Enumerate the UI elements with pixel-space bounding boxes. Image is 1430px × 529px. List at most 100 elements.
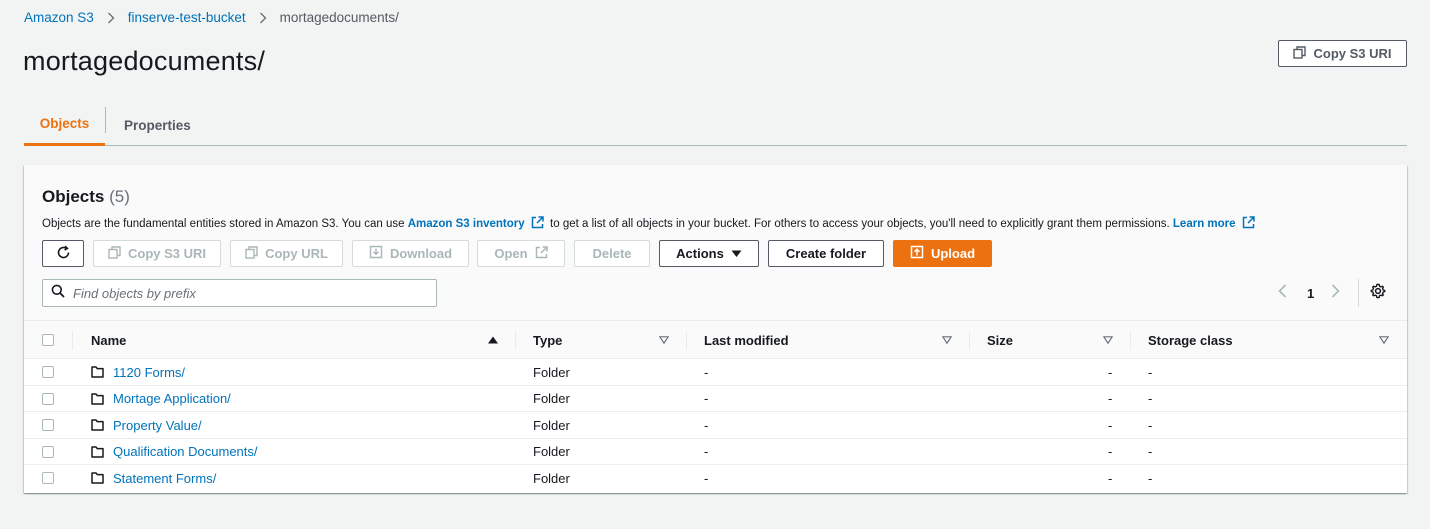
column-header-storage-class[interactable]: Storage class: [1148, 321, 1233, 359]
previous-page-button[interactable]: [1278, 279, 1287, 307]
sort-ascending-icon[interactable]: [488, 321, 498, 359]
external-link-icon: [1242, 216, 1255, 232]
tab-properties[interactable]: Properties: [124, 104, 191, 146]
object-last-modified: -: [704, 444, 709, 459]
copy-icon: [1293, 45, 1307, 62]
tab-divider: [105, 107, 106, 133]
select-all-checkbox[interactable]: [42, 334, 54, 346]
table-row: Mortage Application/ Folder - - -: [24, 385, 1407, 412]
object-type: Folder: [533, 391, 570, 406]
chevron-right-icon: [259, 12, 267, 24]
column-header-last-modified[interactable]: Last modified: [704, 321, 789, 359]
sort-caret-icon[interactable]: [1379, 321, 1389, 359]
sort-caret-icon[interactable]: [659, 321, 669, 359]
download-icon: [369, 245, 383, 262]
object-type: Folder: [533, 444, 570, 459]
open-button[interactable]: Open: [477, 240, 565, 267]
breadcrumb-link-amazon-s3[interactable]: Amazon S3: [24, 10, 94, 25]
actions-dropdown[interactable]: Actions: [659, 240, 759, 267]
object-last-modified: -: [704, 470, 709, 486]
chevron-left-icon: [1278, 283, 1287, 303]
object-size: -: [1108, 444, 1113, 459]
column-separator: [1130, 331, 1131, 350]
search-input[interactable]: [73, 285, 413, 301]
folder-icon: [91, 386, 104, 412]
object-size: -: [1108, 364, 1113, 380]
search-box: [42, 279, 437, 307]
upload-icon: [910, 245, 924, 262]
description-prefix: Objects are the fundamental entities sto…: [42, 218, 405, 230]
object-last-modified: -: [704, 364, 709, 380]
object-name-link[interactable]: Property Value/: [113, 412, 202, 438]
object-storage-class: -: [1148, 470, 1153, 486]
breadcrumb-link-bucket[interactable]: finserve-test-bucket: [128, 10, 246, 25]
object-storage-class: -: [1148, 417, 1153, 433]
table-row: 1120 Forms/ Folder - - -: [24, 359, 1407, 386]
table-row: Statement Forms/ Folder - - -: [24, 465, 1407, 492]
folder-icon: [91, 465, 104, 491]
object-name-link[interactable]: 1120 Forms/: [113, 359, 185, 385]
object-name-link[interactable]: Qualification Documents/: [113, 439, 258, 465]
folder-icon: [91, 359, 104, 385]
chevron-right-icon: [107, 12, 115, 24]
column-separator: [686, 331, 687, 350]
objects-panel: Objects (5) Objects are the fundamental …: [24, 165, 1407, 493]
column-separator: [515, 331, 516, 350]
copy-url-label: Copy URL: [265, 246, 328, 261]
object-type: Folder: [533, 417, 570, 433]
delete-button[interactable]: Delete: [574, 240, 650, 267]
chevron-right-icon: [1331, 283, 1340, 303]
open-label: Open: [494, 246, 528, 261]
tab-objects[interactable]: Objects: [24, 104, 105, 146]
upload-label: Upload: [930, 246, 976, 261]
object-size: -: [1108, 470, 1113, 486]
copy-s3-uri-toolbar-label: Copy S3 URI: [127, 246, 206, 261]
copy-s3-uri-button[interactable]: Copy S3 URI: [1278, 40, 1407, 67]
create-folder-button[interactable]: Create folder: [768, 240, 884, 267]
object-type: Folder: [533, 470, 570, 486]
gear-icon: [1370, 283, 1386, 304]
row-checkbox[interactable]: [42, 366, 54, 378]
actions-label: Actions: [676, 246, 724, 261]
table-row: Qualification Documents/ Folder - - -: [24, 438, 1407, 465]
object-storage-class: -: [1148, 444, 1153, 459]
object-name-link[interactable]: Statement Forms/: [113, 465, 216, 491]
page-title: mortagedocuments/: [23, 46, 266, 76]
page-number-current[interactable]: 1: [1307, 279, 1314, 307]
folder-icon: [91, 412, 104, 438]
sort-caret-icon[interactable]: [942, 321, 952, 359]
description-middle: to get a list of all objects in your buc…: [550, 218, 1170, 230]
column-header-type[interactable]: Type: [533, 321, 562, 359]
tabs: Objects Properties: [24, 104, 1407, 146]
sort-caret-icon[interactable]: [1103, 321, 1113, 359]
download-label: Download: [389, 246, 453, 261]
row-checkbox[interactable]: [42, 392, 54, 405]
row-checkbox[interactable]: [42, 472, 54, 484]
external-link-icon: [535, 245, 548, 262]
column-separator: [72, 331, 73, 350]
copy-url-button[interactable]: Copy URL: [230, 240, 343, 267]
object-last-modified: -: [704, 417, 709, 433]
object-storage-class: -: [1148, 364, 1153, 380]
column-header-size[interactable]: Size: [987, 321, 1013, 359]
next-page-button[interactable]: [1331, 279, 1340, 307]
preferences-button[interactable]: [1370, 279, 1386, 307]
copy-s3-uri-toolbar-button[interactable]: Copy S3 URI: [93, 240, 221, 267]
objects-description: Objects are the fundamental entities sto…: [42, 216, 1258, 232]
table-row: Property Value/ Folder - - -: [24, 412, 1407, 439]
column-header-name[interactable]: Name: [91, 321, 126, 359]
row-checkbox[interactable]: [42, 445, 54, 458]
learn-more-link[interactable]: Learn more: [1173, 218, 1236, 230]
breadcrumb-current: mortagedocuments/: [279, 10, 399, 25]
object-storage-class: -: [1148, 391, 1153, 406]
table-header: Name Type Last modified Size Storage cla…: [24, 321, 1407, 359]
inventory-link[interactable]: Amazon S3 inventory: [408, 218, 525, 230]
refresh-button[interactable]: [42, 240, 84, 267]
row-checkbox[interactable]: [42, 419, 54, 431]
objects-title-text: Objects: [42, 187, 105, 206]
upload-button[interactable]: Upload: [893, 240, 992, 267]
object-name-link[interactable]: Mortage Application/: [113, 386, 231, 412]
select-all-checkbox-cell: [42, 321, 54, 359]
objects-panel-header: Objects (5) Objects are the fundamental …: [24, 165, 1407, 321]
download-button[interactable]: Download: [352, 240, 469, 267]
